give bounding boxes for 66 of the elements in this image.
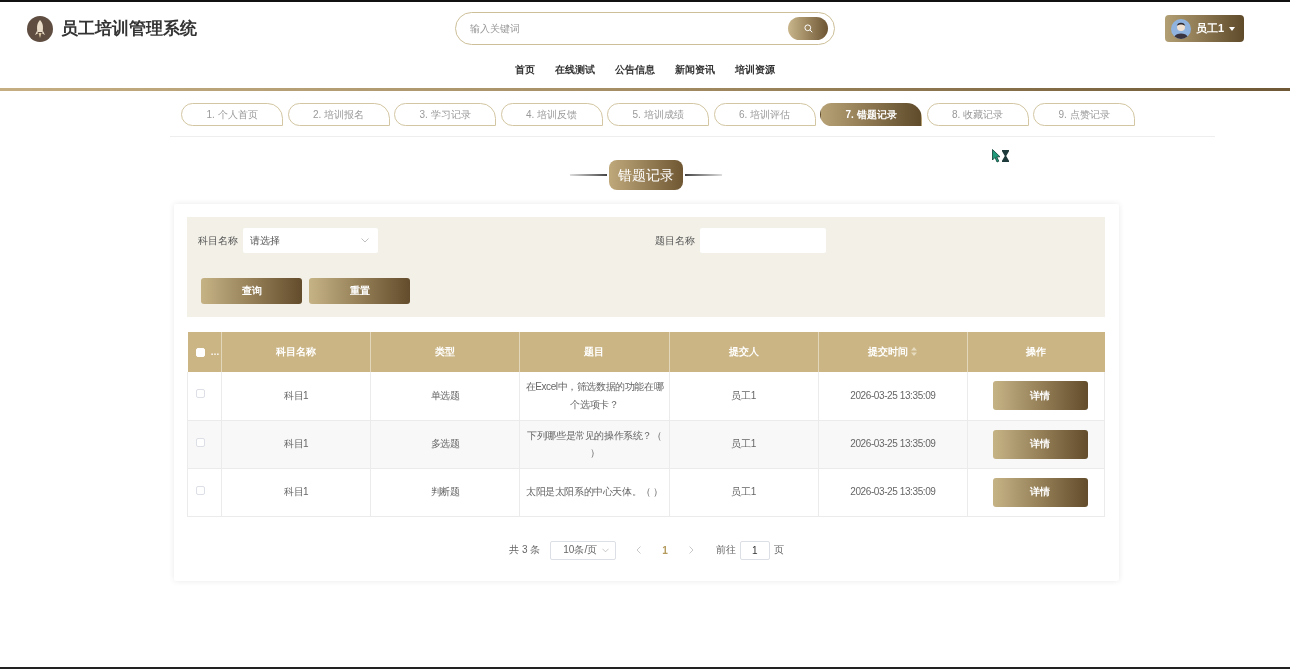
app-title: 员工培训管理系统: [61, 18, 197, 40]
search-button[interactable]: [788, 17, 828, 40]
table-cell: 科目1: [221, 372, 371, 420]
checkbox[interactable]: [196, 389, 205, 399]
sort-icon[interactable]: [911, 347, 918, 356]
page-number[interactable]: 1: [662, 544, 668, 556]
detail-button[interactable]: 详情: [992, 381, 1088, 411]
logo-icon: [27, 15, 53, 42]
table-cell: 判断题: [370, 468, 520, 516]
nav-link[interactable]: 在线测试: [555, 63, 595, 77]
table-cell: 多选题: [370, 420, 520, 468]
tab[interactable]: 4. 培训反馈: [500, 103, 603, 126]
table-cell: 科目1: [221, 468, 371, 516]
tab[interactable]: 7. 错题记录: [820, 103, 922, 126]
title-input[interactable]: [700, 228, 826, 253]
table-cell: 员工1: [669, 372, 819, 420]
table-cell: 2026-03-25 13:35:09: [818, 468, 968, 516]
table-cell: 员工1: [669, 420, 819, 468]
table-cell: 下列哪些是常见的操作系统？（）: [519, 420, 670, 468]
nav-link[interactable]: 培训资源: [735, 63, 775, 77]
busy-cursor-icon: [992, 149, 1010, 163]
filter-label: 科目名称: [198, 233, 238, 248]
page-suffix: 页: [773, 543, 784, 557]
column-header: 题目: [519, 332, 670, 372]
subject-select[interactable]: 请选择: [243, 228, 378, 253]
checkbox[interactable]: [196, 485, 205, 495]
reset-button[interactable]: 重置: [309, 278, 410, 304]
avatar-icon: [1170, 18, 1191, 39]
search-icon: [803, 24, 813, 33]
table-cell: 2026-03-25 13:35:09: [818, 420, 968, 468]
page-size-select[interactable]: 10条/页: [550, 540, 617, 560]
total-count: 共 3 条: [509, 543, 541, 557]
tab[interactable]: 9. 点赞记录: [1033, 103, 1135, 126]
detail-button[interactable]: 详情: [992, 429, 1088, 459]
nav-link[interactable]: 公告信息: [615, 63, 655, 77]
nav-link[interactable]: 首页: [515, 63, 535, 77]
column-header: 提交人: [669, 332, 819, 372]
chevron-down-icon: [361, 238, 369, 243]
tab[interactable]: 6. 培训评估: [713, 103, 816, 126]
table-cell: 员工1: [669, 468, 819, 516]
table-cell: 单选题: [370, 372, 520, 420]
detail-button[interactable]: 详情: [992, 477, 1088, 507]
table-cell: 在Excel中，筛选数据的功能在哪个选项卡？: [519, 372, 670, 420]
table-cell: 2026-03-25 13:35:09: [818, 372, 968, 420]
table-cell: 太阳是太阳系的中心天体。（ ）: [519, 468, 670, 516]
filter-label: 题目名称: [655, 233, 695, 248]
tab[interactable]: 1. 个人首页: [181, 103, 283, 126]
chevron-down-icon: [602, 547, 610, 553]
column-header: 操作: [967, 332, 1105, 372]
tab[interactable]: 5. 培训成绩: [607, 103, 709, 126]
tab[interactable]: 3. 学习记录: [394, 103, 496, 126]
tab[interactable]: 8. 收藏记录: [926, 103, 1029, 126]
nav-link[interactable]: 新闻资讯: [675, 63, 715, 77]
checkbox[interactable]: [196, 437, 205, 447]
page-title: 错题记录: [609, 160, 683, 190]
table-cell: 科目1: [221, 420, 371, 468]
column-header: 类型: [370, 332, 520, 372]
query-button[interactable]: 查询: [201, 278, 302, 304]
search-field[interactable]: 输入关键词: [455, 12, 835, 45]
caret-down-icon: [1229, 26, 1235, 31]
column-header: 科目名称: [221, 332, 371, 372]
goto-label: 前往: [715, 543, 736, 557]
tab[interactable]: 2. 培训报名: [287, 103, 390, 126]
user-menu-button[interactable]: 员工1: [1164, 15, 1244, 42]
goto-page-input[interactable]: 1: [739, 540, 770, 560]
column-header-label: …: [210, 347, 220, 357]
